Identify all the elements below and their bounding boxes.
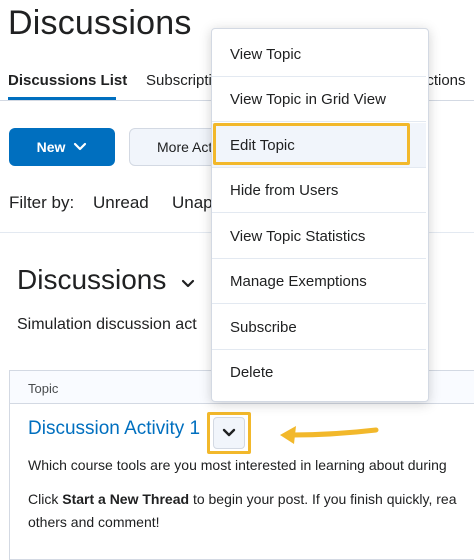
chevron-down-icon[interactable] — [180, 278, 196, 290]
chevron-down-icon — [222, 428, 236, 437]
context-menu: View Topic View Topic in Grid View Edit … — [211, 28, 429, 402]
menu-item-manage-exemptions[interactable]: Manage Exemptions — [212, 259, 426, 304]
new-button-label: New — [36, 139, 66, 155]
topic-actions-inner[interactable] — [213, 417, 245, 449]
menu-item-view-topic[interactable]: View Topic — [212, 32, 426, 77]
annotation-arrow-icon — [280, 426, 379, 444]
menu-item-hide-from-users[interactable]: Hide from Users — [212, 168, 426, 213]
column-header-topic: Topic — [28, 381, 59, 396]
section-heading: Discussions — [17, 264, 167, 295]
topic-link[interactable]: Discussion Activity 1 — [28, 418, 200, 440]
tab-subscriptions[interactable]: Subscripti — [146, 72, 212, 89]
highlight-box — [213, 123, 410, 165]
new-button[interactable]: New — [9, 128, 115, 166]
more-actions-label: More Act — [157, 139, 213, 155]
filter-label: Filter by: — [9, 193, 75, 212]
page-title: Discussions — [8, 4, 192, 42]
chevron-down-icon — [74, 142, 87, 151]
topic-description-line-1: Which course tools are you most interest… — [28, 457, 447, 473]
tab-discussions-list[interactable]: Discussions List — [8, 72, 127, 89]
menu-item-subscribe[interactable]: Subscribe — [212, 305, 426, 350]
topic-description-line-3: others and comment! — [28, 514, 160, 530]
section-description: Simulation discussion act — [17, 316, 197, 333]
menu-item-view-topic-grid[interactable]: View Topic in Grid View — [212, 77, 426, 122]
menu-item-delete[interactable]: Delete — [212, 350, 426, 395]
topic-actions-button[interactable] — [207, 412, 251, 454]
topic-description-line-2: Click Start a New Thread to begin your p… — [28, 491, 457, 507]
tab-restrictions[interactable]: ictions — [423, 72, 466, 89]
filter-unapproved[interactable]: Unap — [172, 193, 213, 213]
menu-item-view-topic-statistics[interactable]: View Topic Statistics — [212, 214, 426, 259]
filter-unread[interactable]: Unread — [93, 193, 149, 213]
